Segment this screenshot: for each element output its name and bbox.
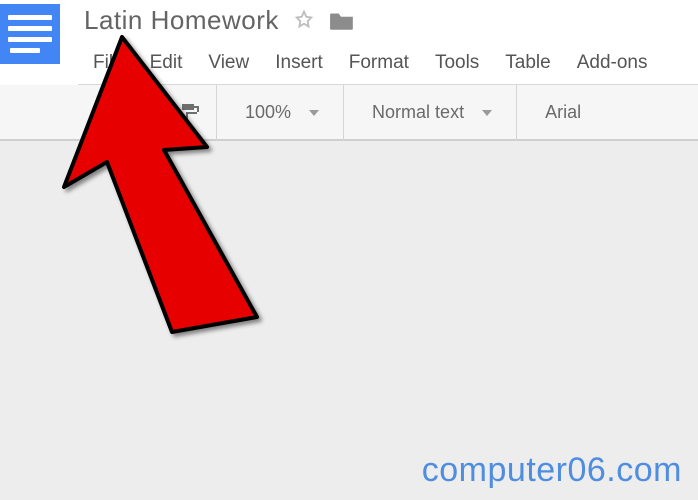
font-value: Arial <box>545 102 581 123</box>
toolbar-separator <box>216 85 217 141</box>
menu-insert[interactable]: Insert <box>262 48 336 78</box>
menu-edit[interactable]: Edit <box>137 48 196 78</box>
chevron-down-icon <box>482 110 492 116</box>
menu-tools[interactable]: Tools <box>422 48 492 78</box>
menu-bar: File Edit View Insert Format Tools Table… <box>78 48 698 78</box>
app-logo-area <box>0 0 78 85</box>
print-button[interactable] <box>84 85 126 141</box>
header: Latin Homework File Edit View Insert For… <box>0 0 698 85</box>
paragraph-style-value: Normal text <box>372 102 464 123</box>
zoom-value: 100% <box>245 102 291 123</box>
title-row: Latin Homework <box>78 2 698 38</box>
docs-logo-icon[interactable] <box>0 4 60 64</box>
star-icon[interactable] <box>293 9 315 31</box>
chevron-down-icon <box>309 110 319 116</box>
paragraph-style-dropdown[interactable]: Normal text <box>350 85 510 141</box>
toolbar-separator <box>343 85 344 141</box>
zoom-dropdown[interactable]: 100% <box>223 85 337 141</box>
toolbar-separator <box>516 85 517 141</box>
menu-table[interactable]: Table <box>492 48 563 78</box>
menu-format[interactable]: Format <box>336 48 422 78</box>
header-content: Latin Homework File Edit View Insert For… <box>78 0 698 84</box>
print-icon <box>93 101 117 125</box>
move-to-folder-icon[interactable] <box>329 9 355 31</box>
menu-file[interactable]: File <box>80 48 137 78</box>
menu-addons[interactable]: Add-ons <box>564 48 661 78</box>
toolbar: 100% Normal text Arial <box>0 85 698 141</box>
watermark-text: computer06.com <box>422 451 682 490</box>
paint-format-button[interactable] <box>168 85 210 141</box>
font-dropdown[interactable]: Arial <box>523 85 599 141</box>
menu-view[interactable]: View <box>195 48 262 78</box>
document-title[interactable]: Latin Homework <box>84 5 279 36</box>
paint-format-icon <box>177 101 201 125</box>
